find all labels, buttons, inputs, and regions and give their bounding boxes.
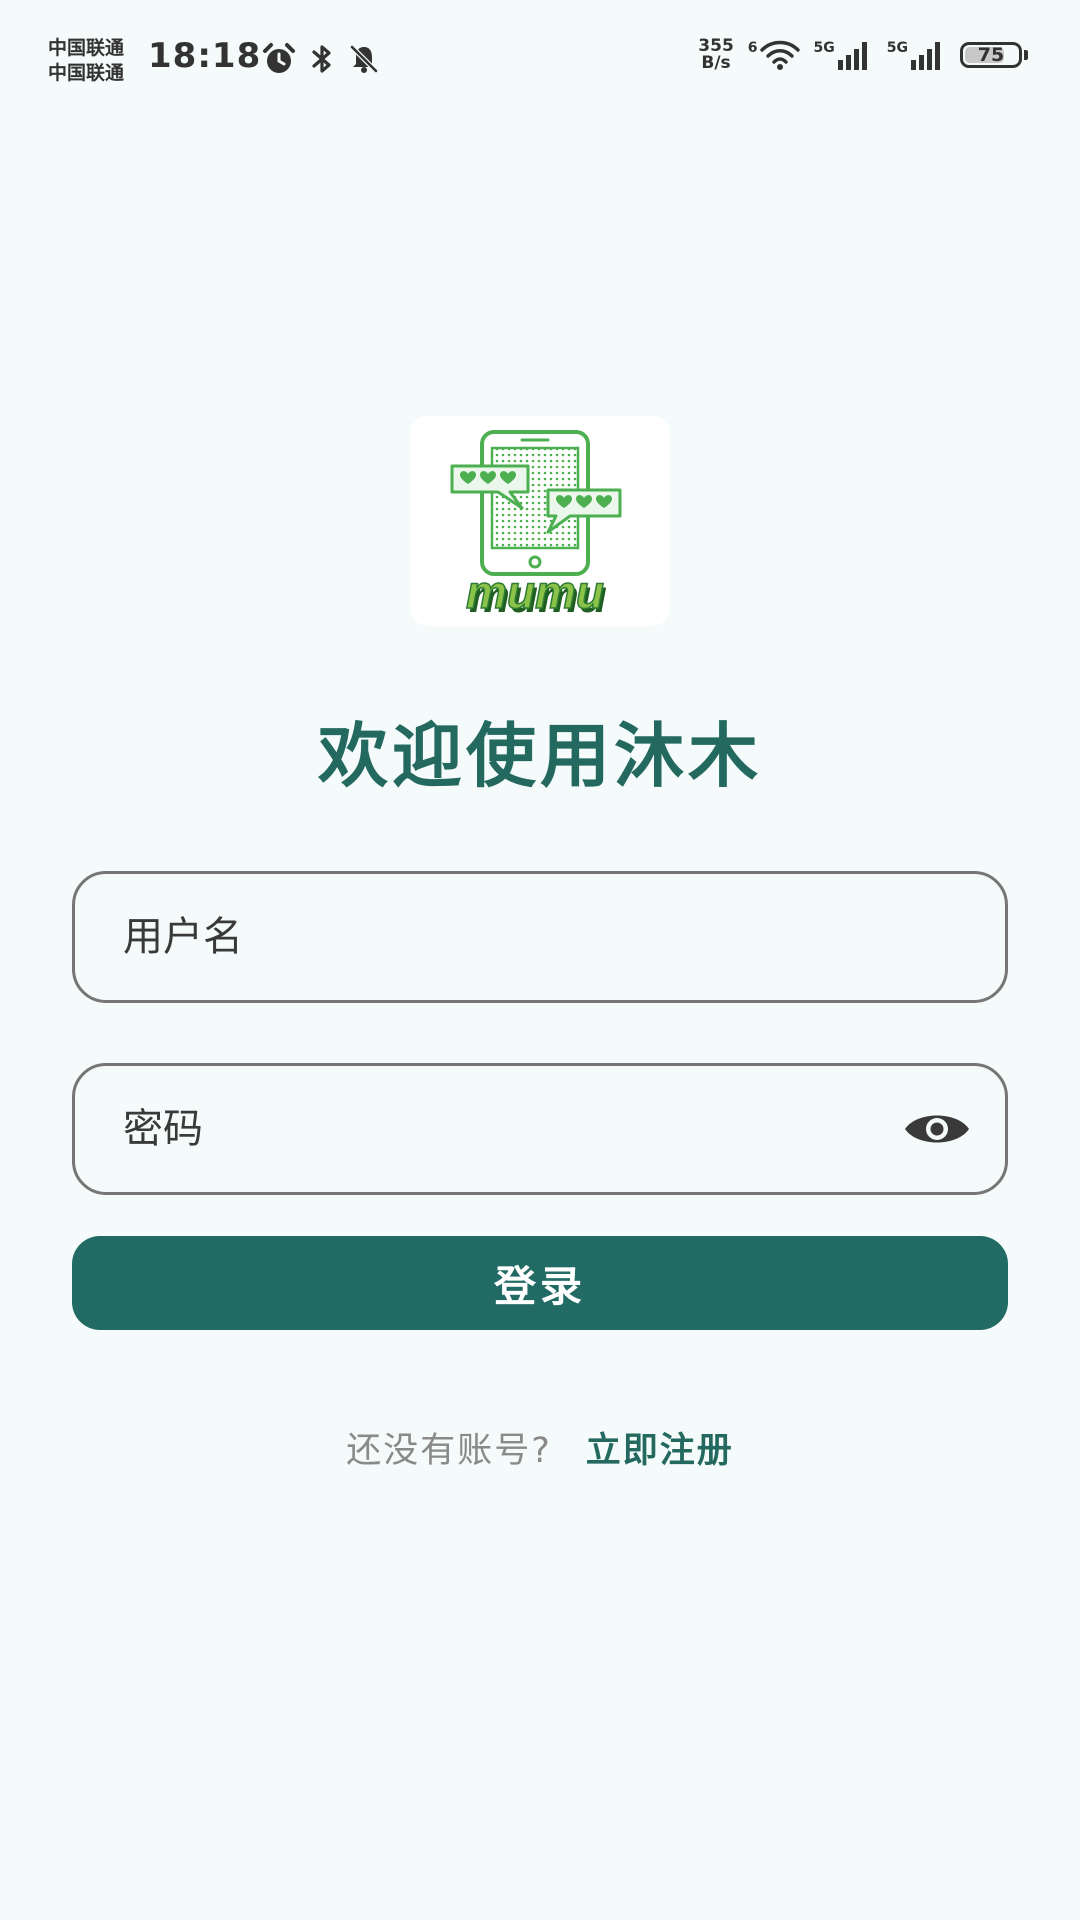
wifi-indicator: 6	[748, 40, 800, 70]
show-password-toggle[interactable]	[903, 1107, 971, 1151]
login-button[interactable]: 登录	[72, 1236, 1008, 1330]
status-bar: 中国联通 中国联通 18:18 355 B/s 6 5G 5G 75	[0, 0, 1080, 120]
net-speed: 355 B/s	[698, 38, 734, 72]
signal-icon	[837, 42, 867, 70]
carrier-labels: 中国联通 中国联通	[48, 36, 124, 86]
signal-2-tag: 5G	[886, 40, 908, 56]
eye-icon	[905, 1115, 969, 1143]
status-icons-right: 355 B/s 6 5G 5G 75	[698, 38, 1028, 72]
register-row: 还没有账号? 立即注册	[0, 1422, 1080, 1473]
password-input[interactable]	[121, 1065, 903, 1193]
register-link[interactable]: 立即注册	[586, 1422, 734, 1473]
signal-icon	[911, 42, 940, 70]
carrier-2: 中国联通	[48, 62, 125, 84]
alarm-icon	[262, 42, 296, 80]
logo-graphic: mumu mumu	[450, 430, 622, 622]
signal-1-tag: 5G	[813, 40, 835, 56]
username-input[interactable]	[121, 873, 1005, 1001]
battery-icon: 75	[960, 42, 1028, 68]
signal-indicator-1: 5G	[814, 40, 873, 70]
wifi-icon	[759, 40, 800, 70]
mute-icon	[348, 43, 380, 79]
carrier-1: 中国联通	[48, 37, 125, 59]
welcome-title: 欢迎使用沐木	[318, 715, 762, 797]
app-logo: mumu mumu	[410, 416, 670, 626]
register-prompt: 还没有账号?	[346, 1431, 552, 1471]
status-time: 18:18	[148, 36, 262, 76]
battery-level: 75	[977, 44, 1005, 66]
bluetooth-icon	[310, 43, 334, 79]
battery-body: 75	[960, 42, 1022, 68]
wifi-tag: 6	[747, 40, 758, 56]
battery-cap	[1024, 50, 1028, 60]
password-field[interactable]	[72, 1063, 1008, 1195]
net-speed-unit: B/s	[701, 53, 731, 73]
logo-wordmark: mumu	[466, 566, 604, 618]
username-field[interactable]	[72, 871, 1008, 1003]
signal-indicator-2: 5G	[887, 40, 946, 70]
status-icons-left	[262, 42, 380, 80]
